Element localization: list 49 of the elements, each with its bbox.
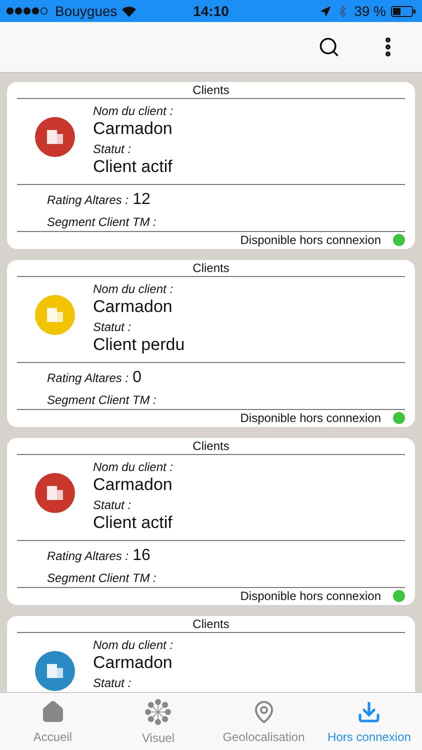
rating-value: 0 (132, 369, 142, 387)
field-label: Nom du client : (93, 637, 174, 652)
rating-value: 12 (132, 191, 150, 209)
card-title: Clients (17, 82, 405, 99)
client-status: Client perdu (93, 334, 185, 356)
status-dot (393, 412, 405, 424)
location-arrow-icon (320, 6, 332, 16)
status-dot (393, 234, 405, 246)
field-label: Nom du client : (93, 459, 174, 474)
search-icon[interactable] (318, 36, 340, 58)
network-icon (145, 698, 172, 724)
home-icon (40, 700, 65, 724)
signal-icon (6, 7, 50, 15)
card-title: Clients (17, 260, 405, 277)
field-label: Nom du client : (93, 281, 174, 296)
field-label: Rating Altares : (47, 549, 129, 563)
client-name: Carmadon (93, 474, 174, 496)
field-label: Rating Altares : (47, 371, 129, 385)
field-label: Statut : (93, 498, 132, 512)
offline-status: Disponible hors connexion (240, 589, 381, 603)
status-dot (393, 590, 405, 602)
field-label: Statut : (93, 676, 132, 690)
battery-icon (391, 6, 416, 16)
client-name: Carmadon (93, 652, 174, 674)
client-card[interactable]: Clients Nom du client : Carmadon Statut : Client perdu Rating Altares : 0 Segment Client TM : Disponible hors connexion (7, 260, 415, 427)
client-name: Carmadon (93, 296, 174, 318)
field-label: Segment Client TM : (47, 214, 158, 231)
card-title: Clients (17, 438, 405, 455)
offline-status: Disponible hors connexion (240, 411, 381, 425)
carrier-name: Bouygues (55, 3, 118, 19)
client-card[interactable]: Clients Nom du client : Carmadon Statut : (7, 616, 415, 692)
field-label: Rating Altares : (47, 193, 129, 207)
battery-percent: 39 % (354, 3, 386, 19)
wifi-icon (122, 6, 136, 16)
client-status: Client actif (93, 156, 174, 178)
client-name: Carmadon (93, 118, 174, 140)
rating-value: 16 (132, 547, 150, 565)
field-label: Nom du client : (93, 103, 174, 118)
field-label: Segment Client TM : (47, 392, 158, 409)
card-title: Clients (17, 616, 405, 633)
download-icon (357, 700, 382, 724)
offline-status: Disponible hors connexion (240, 233, 381, 247)
client-status: Client actif (93, 512, 174, 534)
client-card[interactable]: Clients Nom du client : Carmadon Statut : Client actif Rating Altares : 12 Segment Client TM : Disponible hors connexion (7, 82, 415, 249)
field-label: Statut : (93, 142, 132, 156)
client-card[interactable]: Clients Nom du client : Carmadon Statut : Client actif Rating Altares : 16 Segment Client TM : Disponible hors connexion (7, 438, 415, 605)
field-label: Segment Client TM : (47, 570, 158, 587)
field-label: Statut : (93, 320, 132, 334)
clock-time: 14:10 (192, 3, 230, 19)
